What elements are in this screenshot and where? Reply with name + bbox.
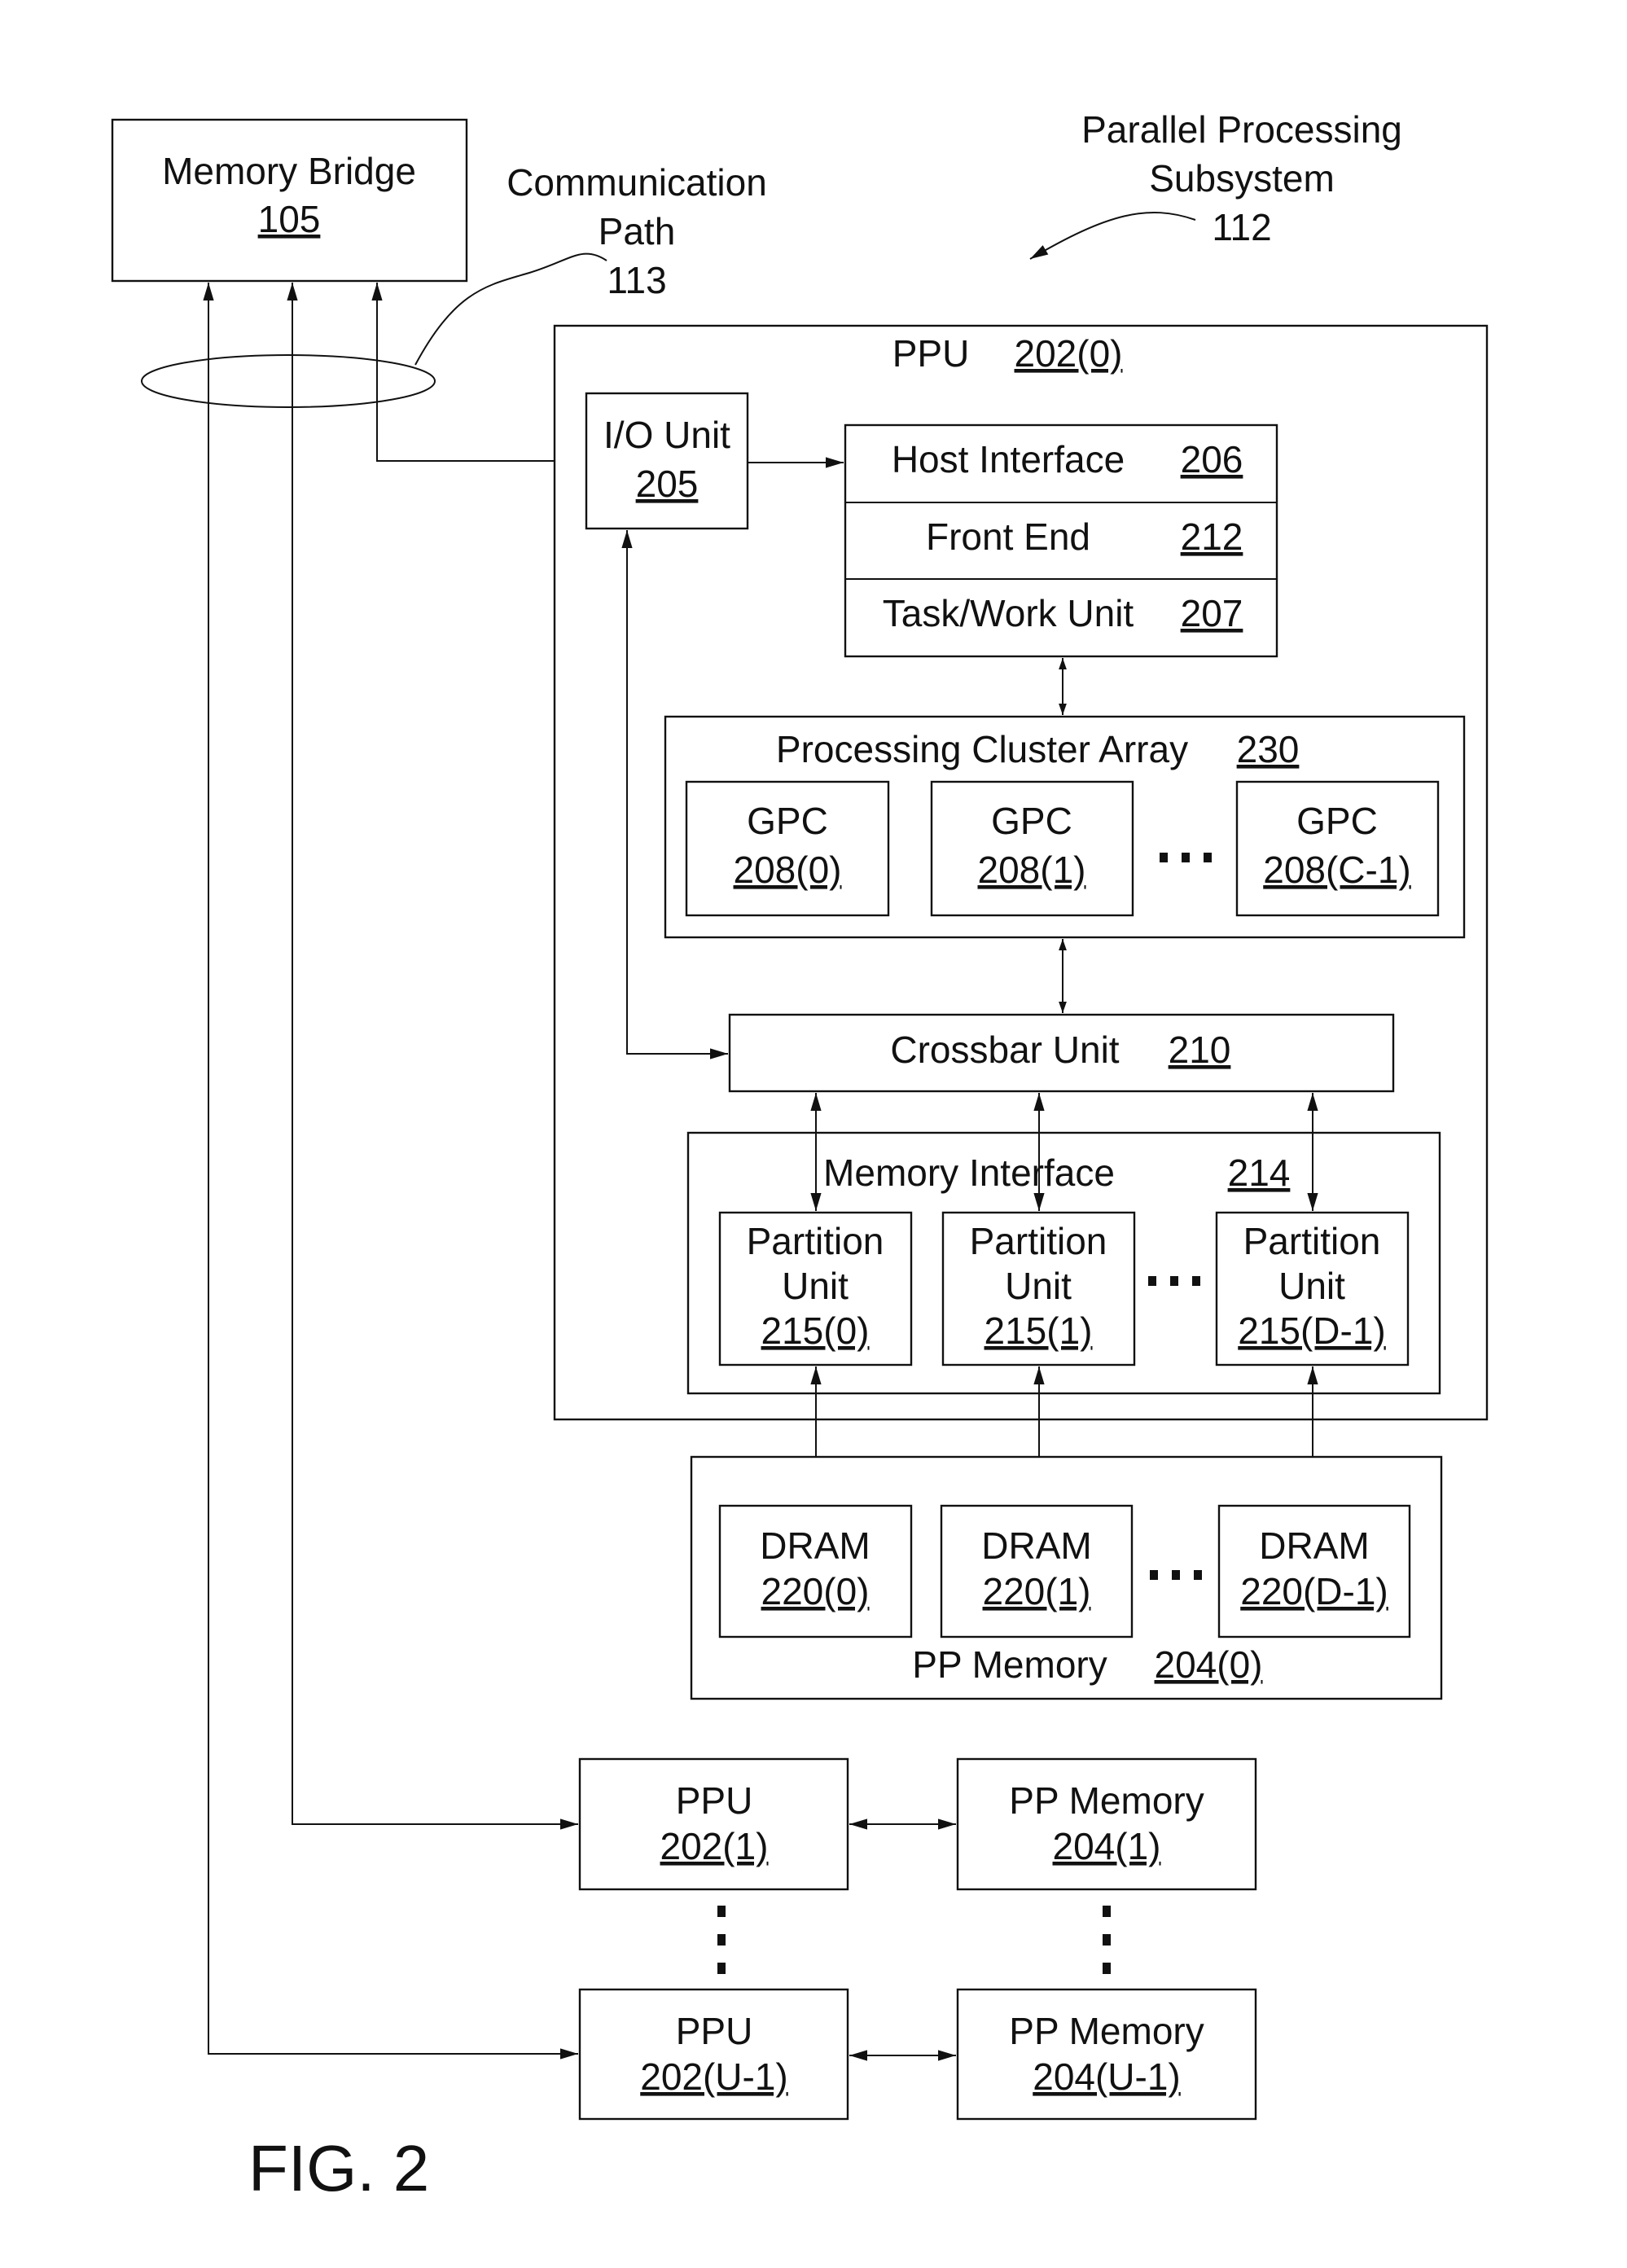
dram-1-label: DRAM	[981, 1524, 1091, 1567]
dram-d-1-label: DRAM	[1259, 1524, 1369, 1567]
dram-1-ref: 220(1)	[983, 1570, 1091, 1612]
gpc-ellipsis	[1160, 853, 1212, 862]
figure-label: FIG. 2	[248, 2132, 429, 2204]
partition-unit-d-1-ref: 215(D-1)	[1238, 1309, 1386, 1352]
partition-unit-d-1: Partition Unit 215(D-1)	[1215, 1211, 1410, 1367]
communication-path-bus	[141, 354, 436, 408]
bus-line-to-ppu-1	[287, 283, 578, 1830]
memory-bridge-ref: 105	[258, 198, 321, 240]
bus-line-to-io-unit	[371, 283, 585, 467]
host-interface-ref: 206	[1181, 438, 1243, 480]
partition-unit-0: Partition Unit 215(0)	[718, 1211, 913, 1367]
gpc-1-label: GPC	[991, 800, 1072, 842]
io-unit-label: I/O Unit	[603, 414, 730, 456]
partition-unit-1: Partition Unit 215(1)	[941, 1211, 1136, 1367]
crossbar-unit: Crossbar Unit 210	[728, 1013, 1395, 1093]
io-unit-block: I/O Unit 205	[585, 392, 749, 530]
ppu-0-label: PPU	[892, 332, 970, 375]
subsystem-ref: 112	[1212, 206, 1271, 248]
gpc-1-ref: 208(1)	[978, 849, 1086, 891]
partition-unit-d-1-line1: Partition	[1243, 1220, 1381, 1262]
pca-ref: 230	[1237, 728, 1300, 770]
pca-label: Processing Cluster Array	[776, 728, 1188, 770]
subsystem-line1: Parallel Processing	[1081, 108, 1402, 151]
partition-unit-1-line2: Unit	[1005, 1265, 1072, 1307]
host-interface-row: Host Interface 206	[892, 438, 1243, 480]
dram-ellipsis	[1150, 1570, 1202, 1580]
parallel-processing-diagram: Memory Bridge 105 Communication Path 113…	[111, 108, 1489, 2204]
memory-interface-label: Memory Interface	[823, 1152, 1115, 1194]
communication-path-ref: 113	[607, 259, 666, 301]
memory-bridge-label: Memory Bridge	[162, 150, 416, 192]
host-interface-label: Host Interface	[892, 438, 1125, 480]
partition-unit-1-line1: Partition	[970, 1220, 1107, 1262]
pp-memory-u-1-ref: 204(U-1)	[1033, 2055, 1181, 2098]
memory-bridge-block: Memory Bridge 105	[111, 118, 468, 283]
pp-memory-0: DRAM 220(0) DRAM 220(1) DRAM 220(D-1) PP…	[690, 1455, 1443, 1700]
crossbar-label: Crossbar Unit	[890, 1029, 1119, 1071]
communication-path-line2: Path	[599, 210, 676, 252]
communication-path-line1: Communication	[507, 161, 767, 204]
pp-memory-1-block: PP Memory 204(1)	[956, 1757, 1257, 1891]
pp-memory-u-1-block: PP Memory 204(U-1)	[956, 1988, 1257, 2121]
front-end-label: Front End	[926, 515, 1090, 558]
gpc-1: GPC 208(1)	[930, 780, 1134, 917]
subsystem-leader-arrow	[1029, 212, 1196, 260]
io-unit-ref: 205	[636, 463, 699, 505]
dram-1: DRAM 220(1)	[940, 1504, 1134, 1638]
ppu-1-block: PPU 202(1)	[578, 1757, 849, 1891]
partition-unit-0-line1: Partition	[747, 1220, 884, 1262]
partition-unit-0-ref: 215(0)	[761, 1309, 870, 1352]
gpc-c-1: GPC 208(C-1)	[1235, 780, 1440, 917]
dram-d-1-ref: 220(D-1)	[1240, 1570, 1388, 1612]
gpc-c-1-ref: 208(C-1)	[1263, 849, 1411, 891]
processing-cluster-array: Processing Cluster Array 230 GPC 208(0) …	[664, 715, 1466, 939]
subsystem-line2: Subsystem	[1149, 157, 1335, 200]
ppu-1-label: PPU	[676, 1779, 753, 1822]
ppu-u-1-label: PPU	[676, 2010, 753, 2052]
ppu-u-1-block: PPU 202(U-1)	[578, 1988, 849, 2121]
dram-0-ref: 220(0)	[761, 1570, 870, 1612]
ppu-vertical-ellipsis	[717, 1906, 726, 1974]
dram-0-label: DRAM	[760, 1524, 870, 1567]
partition-unit-d-1-line2: Unit	[1278, 1265, 1345, 1307]
partition-unit-0-line2: Unit	[782, 1265, 849, 1307]
dram-0: DRAM 220(0)	[718, 1504, 913, 1638]
gpc-0-label: GPC	[747, 800, 828, 842]
gpc-0-ref: 208(0)	[734, 849, 842, 891]
task-work-unit-label: Task/Work Unit	[883, 592, 1134, 634]
front-end-ref: 212	[1181, 515, 1243, 558]
ppu-0-ref: 202(0)	[1015, 332, 1123, 375]
host-stack: Host Interface 206 Front End 212 Task/Wo…	[844, 423, 1278, 658]
pp-memory-0-label: PP Memory	[912, 1643, 1107, 1686]
pp-memory-0-ref: 204(0)	[1155, 1643, 1263, 1686]
memory-vertical-ellipsis	[1103, 1906, 1111, 1974]
memory-interface-ref: 214	[1228, 1152, 1291, 1194]
pp-memory-u-1-label: PP Memory	[1009, 2010, 1204, 2052]
gpc-c-1-label: GPC	[1296, 800, 1378, 842]
ppu-u-1-ref: 202(U-1)	[640, 2055, 788, 2098]
subsystem-label: Parallel Processing Subsystem 112	[1029, 108, 1402, 260]
task-work-unit-ref: 207	[1181, 592, 1243, 634]
ppu-1-ref: 202(1)	[660, 1825, 769, 1867]
front-end-row: Front End 212	[926, 515, 1243, 558]
memory-interface: Memory Interface 214 Partition Unit 215(…	[686, 1131, 1441, 1395]
task-work-unit-row: Task/Work Unit 207	[883, 592, 1243, 634]
partition-ellipsis	[1148, 1276, 1200, 1286]
bus-line-to-ppu-u-1	[203, 283, 578, 2060]
crossbar-ref: 210	[1169, 1029, 1231, 1071]
dram-d-1: DRAM 220(D-1)	[1217, 1504, 1411, 1638]
partition-unit-1-ref: 215(1)	[985, 1309, 1093, 1352]
pp-memory-1-ref: 204(1)	[1053, 1825, 1161, 1867]
pp-memory-1-label: PP Memory	[1009, 1779, 1204, 1822]
gpc-0: GPC 208(0)	[685, 780, 890, 917]
